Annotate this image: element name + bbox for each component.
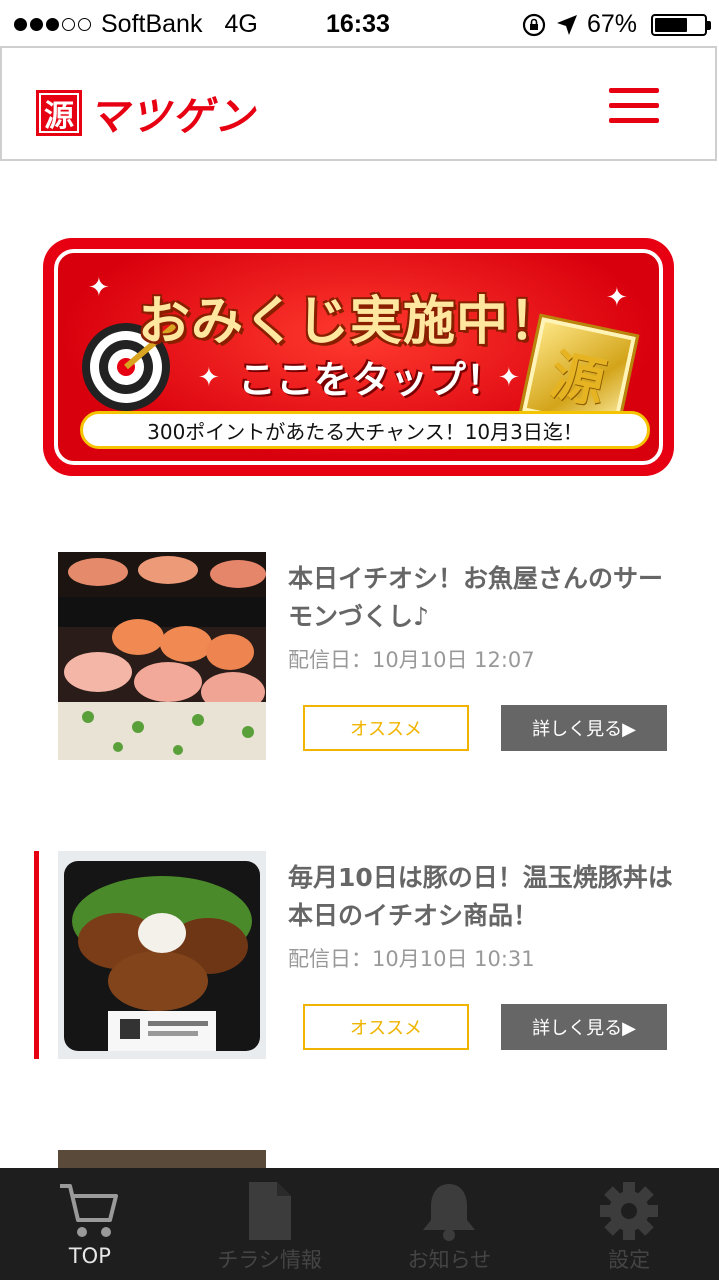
tab-label: TOP bbox=[68, 1244, 111, 1268]
bell-icon bbox=[423, 1184, 476, 1241]
selected-indicator bbox=[34, 851, 39, 1059]
location-arrow-icon bbox=[556, 14, 577, 35]
rotation-lock-icon bbox=[522, 13, 546, 36]
battery-icon bbox=[651, 13, 711, 36]
post-date: 配信日：10月10日 10:31 bbox=[288, 947, 535, 971]
battery-percent: 67% bbox=[586, 10, 637, 38]
post-title[interactable]: 毎月10日は豚の日！温玉焼豚丼は本日のイチオシ商品！ bbox=[288, 859, 683, 935]
see-details-button[interactable]: 詳しく見る▶ bbox=[501, 705, 667, 751]
recommend-tag-button[interactable]: オススメ bbox=[303, 705, 469, 751]
tab-top[interactable]: TOP bbox=[0, 1168, 180, 1280]
tab-bar: TOP チラシ情報 お知らせ 設定 bbox=[0, 1168, 719, 1280]
sparkle-icon: ✦ bbox=[498, 363, 520, 393]
gear-icon bbox=[600, 1182, 659, 1240]
status-bar: SoftBank 4G 16:33 67% bbox=[0, 0, 719, 48]
see-details-button[interactable]: 詳しく見る▶ bbox=[501, 1004, 667, 1050]
banner-subtitle: ここをタップ！ bbox=[238, 358, 505, 402]
matsugen-logo[interactable]: 源 マツゲン bbox=[36, 84, 256, 142]
tab-label: お知らせ bbox=[407, 1248, 492, 1272]
tab-flyer[interactable]: チラシ情報 bbox=[180, 1168, 360, 1280]
tab-label: チラシ情報 bbox=[217, 1248, 322, 1272]
document-icon bbox=[248, 1182, 291, 1240]
news-item[interactable]: 本日イチオシ！お魚屋さんのサーモンづくし♪ 配信日：10月10日 12:07 オ… bbox=[0, 552, 719, 772]
sparkle-icon: ✦ bbox=[88, 273, 110, 303]
tab-label: 設定 bbox=[608, 1248, 651, 1272]
pork-bowl-image bbox=[58, 851, 266, 1059]
next-post-image-partial bbox=[58, 1150, 266, 1168]
omikuji-banner[interactable]: おみくじ実施中！ ここをタップ！ 源 ✦ ✦ ✦ ✦ 300ポイントがあたる大チ… bbox=[46, 241, 671, 473]
signal-strength-icon bbox=[14, 18, 91, 31]
post-date: 配信日：10月10日 12:07 bbox=[288, 648, 535, 672]
banner-title: おみくじ実施中！ bbox=[138, 292, 563, 352]
carrier-name: SoftBank bbox=[101, 10, 203, 38]
news-item[interactable]: 毎月10日は豚の日！温玉焼豚丼は本日のイチオシ商品！ 配信日：10月10日 10… bbox=[0, 851, 719, 1071]
tab-notifications[interactable]: お知らせ bbox=[360, 1168, 540, 1280]
clock: 16:33 bbox=[326, 10, 390, 38]
sparkle-icon: ✦ bbox=[198, 363, 220, 393]
network-type: 4G bbox=[224, 10, 258, 38]
post-title[interactable]: 本日イチオシ！お魚屋さんのサーモンづくし♪ bbox=[288, 560, 683, 636]
tab-settings[interactable]: 設定 bbox=[539, 1168, 719, 1280]
salmon-sushi-image bbox=[58, 552, 266, 760]
sparkle-icon: ✦ bbox=[606, 283, 628, 313]
logo-mark: 源 bbox=[36, 90, 82, 136]
recommend-tag-button[interactable]: オススメ bbox=[303, 1004, 469, 1050]
logo-text: マツゲン bbox=[88, 94, 256, 140]
app-header: 源 マツゲン bbox=[0, 46, 717, 161]
banner-note: 300ポイントがあたる大チャンス！10月3日迄！ bbox=[80, 411, 650, 449]
cart-icon bbox=[59, 1184, 118, 1237]
hamburger-menu-icon[interactable] bbox=[609, 88, 659, 126]
